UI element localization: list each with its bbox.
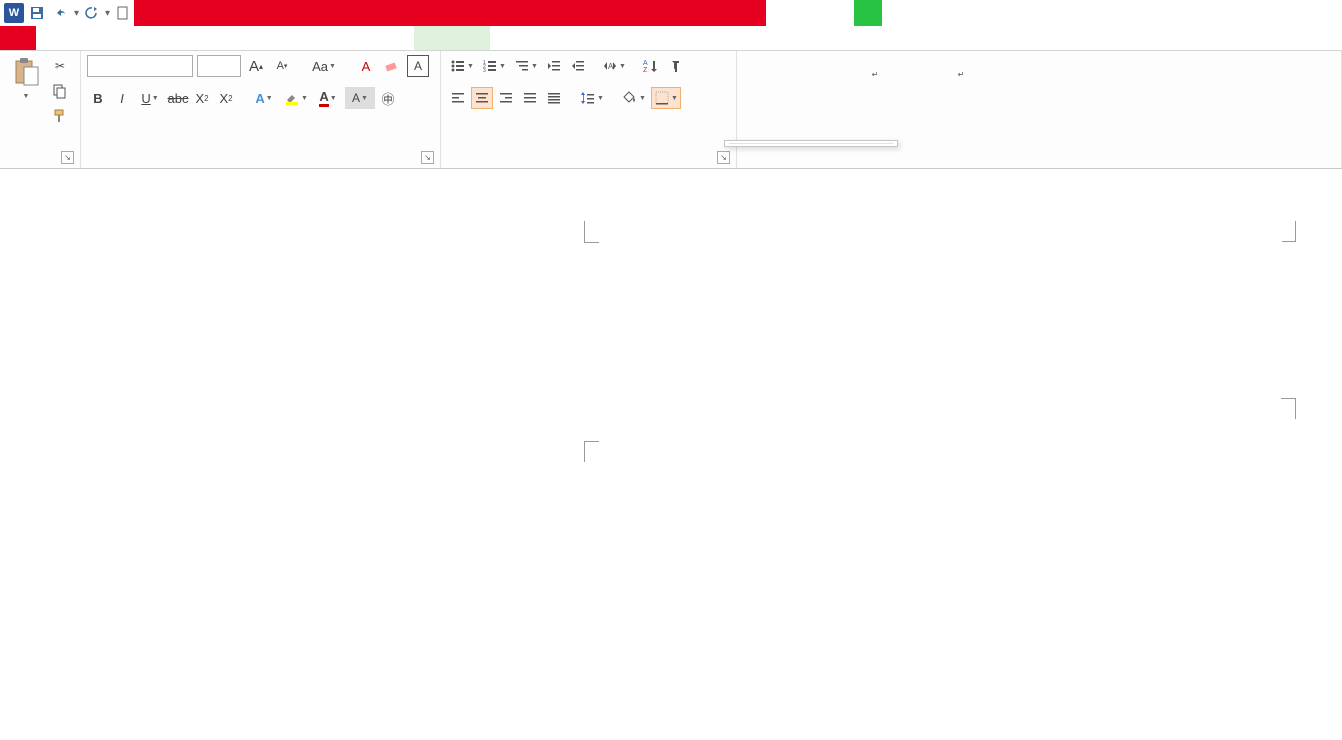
hanzi-a-button[interactable]: A [355, 55, 377, 77]
ribbon: ▼ ✂ ↘ A▴ A▾ Aa▼ A A [0, 51, 1342, 169]
paragraph-group-label: ↘ [447, 162, 730, 166]
previous-page-tail [436, 177, 1316, 242]
undo-button[interactable] [50, 2, 72, 24]
style-item-heading1[interactable] [1005, 59, 1089, 121]
paragraph-dialog-launcher[interactable]: ↘ [717, 151, 730, 164]
document-page [436, 355, 1316, 594]
borders-dropdown [724, 140, 898, 147]
doc-paragraph-1 [598, 495, 1276, 521]
qat-caret-2[interactable]: ▾ [105, 8, 110, 19]
grow-font-button[interactable]: A▴ [245, 55, 267, 77]
character-border-button[interactable]: A [407, 55, 429, 77]
asian-layout-button[interactable]: A▼ [599, 55, 629, 77]
tab-layout[interactable] [144, 26, 180, 50]
align-center-button[interactable] [471, 87, 493, 109]
enclose-characters-button[interactable]: ㊥ [377, 87, 399, 109]
paste-icon [10, 57, 42, 89]
show-hide-button[interactable] [663, 55, 685, 77]
clipboard-group-label: ↘ [6, 162, 74, 166]
style-item-heading2[interactable] [1091, 59, 1175, 121]
paste-button[interactable]: ▼ [6, 55, 46, 102]
justify-button[interactable] [519, 87, 541, 109]
sort-button[interactable]: AZ [639, 55, 661, 77]
shrink-font-button[interactable]: A▾ [271, 55, 293, 77]
save-button[interactable] [26, 2, 48, 24]
group-styles: ↵ ↵ [737, 51, 1342, 168]
numbering-button[interactable]: 123▼ [479, 55, 509, 77]
title-bar: W ▾ ▾ ▾ [0, 0, 1342, 26]
distribute-button[interactable] [543, 87, 565, 109]
clipboard-dialog-launcher[interactable]: ↘ [61, 151, 74, 164]
svg-text:Z: Z [643, 67, 648, 74]
tab-mail[interactable] [216, 26, 252, 50]
cut-icon: ✂ [52, 58, 68, 74]
tab-review[interactable] [252, 26, 288, 50]
multilevel-list-button[interactable]: ▼ [511, 55, 541, 77]
window-title [134, 0, 754, 26]
tab-view[interactable] [288, 26, 324, 50]
bold-button[interactable]: B [87, 87, 109, 109]
contextual-header [854, 0, 882, 26]
highlight-button[interactable]: ▼ [281, 87, 311, 109]
font-group-label: ↘ [87, 162, 434, 166]
text-effects-button[interactable]: A▼ [249, 87, 279, 109]
format-painter-button[interactable] [50, 105, 74, 127]
increase-indent-button[interactable] [567, 55, 589, 77]
shading-button[interactable]: ▼ [619, 87, 649, 109]
redo-button[interactable] [81, 2, 103, 24]
svg-text:A: A [643, 60, 648, 67]
tab-mathtype[interactable] [324, 26, 360, 50]
tab-home[interactable] [36, 26, 72, 50]
align-right-button[interactable] [495, 87, 517, 109]
doc-paragraph-3 [598, 554, 1276, 580]
italic-button[interactable]: I [111, 87, 133, 109]
new-doc-button[interactable] [112, 2, 134, 24]
borders-button[interactable]: ▼ [651, 87, 681, 109]
superscript-button[interactable]: X2 [215, 87, 237, 109]
style-item-normal[interactable]: ↵ [833, 59, 917, 121]
subscript-button[interactable]: X2 [191, 87, 213, 109]
styles-group-label [743, 162, 1335, 166]
bullets-button[interactable]: ▼ [447, 55, 477, 77]
style-item-formula[interactable] [747, 59, 831, 121]
clear-formatting-button[interactable] [381, 55, 403, 77]
change-case-button[interactable]: Aa▼ [309, 55, 339, 77]
group-clipboard: ▼ ✂ ↘ [0, 51, 81, 168]
tab-file[interactable] [0, 26, 36, 50]
format-painter-icon [52, 108, 68, 124]
group-paragraph: ▼ 123▼ ▼ A▼ AZ ▼ ▼ ▼ [441, 51, 737, 168]
word-icon: W [4, 3, 24, 23]
tab-references[interactable] [180, 26, 216, 50]
font-dialog-launcher[interactable]: ↘ [421, 151, 434, 164]
copy-button[interactable] [50, 80, 74, 102]
document-canvas[interactable] [0, 169, 1342, 740]
line-spacing-button[interactable]: ▼ [577, 87, 607, 109]
underline-button[interactable]: U▼ [135, 87, 165, 109]
svg-text:3: 3 [483, 68, 486, 74]
style-item-title[interactable] [1177, 59, 1261, 121]
tab-contextual-design[interactable] [414, 26, 490, 50]
font-color-button[interactable]: A▼ [313, 87, 343, 109]
svg-text:A: A [608, 62, 614, 71]
font-size-input[interactable] [197, 55, 241, 77]
decrease-indent-button[interactable] [543, 55, 565, 77]
qat-caret[interactable]: ▾ [74, 8, 79, 19]
tab-design[interactable] [108, 26, 144, 50]
style-gallery[interactable]: ↵ ↵ [743, 55, 1265, 125]
strikethrough-button[interactable]: abc [167, 87, 189, 109]
cut-button[interactable]: ✂ [50, 55, 74, 77]
tab-insert[interactable] [72, 26, 108, 50]
ribbon-tabs [0, 26, 1342, 51]
style-item-nospacing[interactable]: ↵ [919, 59, 1003, 121]
align-left-button[interactable] [447, 87, 469, 109]
copy-icon [52, 83, 68, 99]
group-font: A▴ A▾ Aa▼ A A B I U▼ abc X2 X2 A▼ ▼ A▼ [81, 51, 441, 168]
font-name-input[interactable] [87, 55, 193, 77]
doc-paragraph-2 [598, 525, 1276, 551]
character-shading-button[interactable]: A▼ [345, 87, 375, 109]
tab-special[interactable] [360, 26, 396, 50]
